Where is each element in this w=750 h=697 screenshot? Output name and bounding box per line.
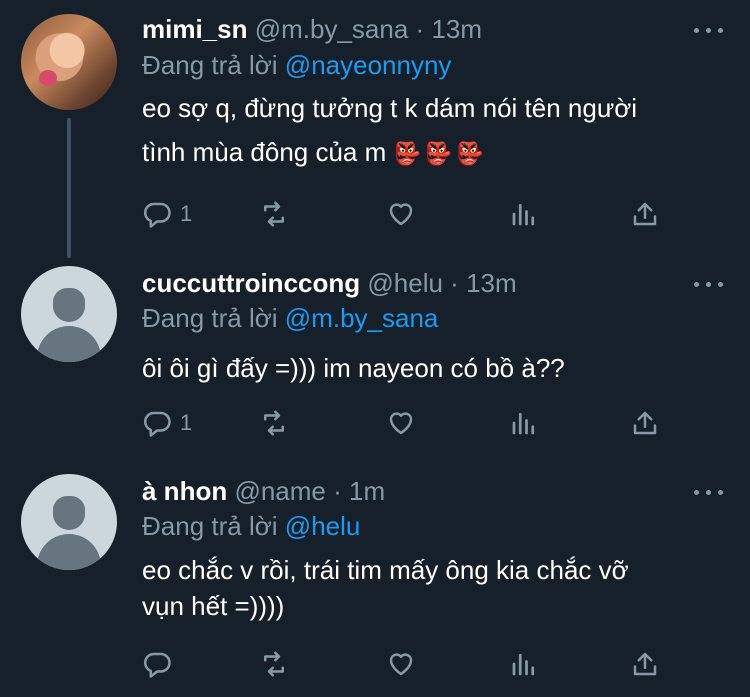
heart-icon bbox=[389, 653, 413, 676]
like-button[interactable] bbox=[386, 199, 416, 229]
tweet-text-line: eo chắc v rồi, trái tim mấy ông kia chắc… bbox=[142, 555, 629, 585]
avatar-body bbox=[37, 326, 101, 362]
tweet-text-line: tình mùa đông của m bbox=[142, 137, 387, 167]
user-handle[interactable]: @m.by_sana bbox=[255, 14, 409, 44]
avatar-head bbox=[53, 496, 85, 530]
tweet-text: eo sợ q, đừng tưởng t k dám nói tên ngườ… bbox=[142, 86, 722, 176]
analytics-button[interactable] bbox=[509, 649, 539, 679]
timestamp[interactable]: 13m bbox=[466, 268, 517, 298]
tweet-text-line: ôi ôi gì đấy =))) im nayeon có bồ à?? bbox=[142, 353, 565, 383]
more-icon[interactable] bbox=[692, 274, 726, 294]
reply-count: 1 bbox=[180, 201, 193, 226]
replying-to: Đang trả lời @nayeonnyny bbox=[142, 49, 451, 81]
share-button[interactable] bbox=[630, 199, 660, 229]
replying-to-label: Đang trả lời bbox=[142, 511, 278, 541]
tweet[interactable]: à nhon @name · 1m Đang trả lời @helu eo … bbox=[0, 466, 750, 697]
avatar[interactable] bbox=[21, 266, 117, 362]
timestamp[interactable]: 1m bbox=[349, 476, 385, 506]
tweet-text-line: eo sợ q, đừng tưởng t k dám nói tên ngườ… bbox=[142, 93, 638, 123]
analytics-button[interactable] bbox=[509, 199, 539, 229]
display-name[interactable]: à nhon bbox=[142, 476, 227, 506]
heart-icon bbox=[389, 203, 413, 226]
analytics-icon bbox=[512, 203, 535, 226]
retweet-icon bbox=[264, 410, 284, 436]
separator-dot: · bbox=[333, 476, 342, 506]
analytics-icon bbox=[512, 653, 535, 676]
heart-icon bbox=[389, 412, 413, 435]
share-button[interactable] bbox=[630, 408, 660, 438]
retweet-icon bbox=[264, 651, 284, 677]
user-handle[interactable]: @name bbox=[234, 476, 325, 506]
more-icon[interactable] bbox=[692, 482, 726, 502]
mention-link[interactable]: @nayeonnyny bbox=[285, 50, 452, 80]
replying-to: Đang trả lời @helu bbox=[142, 510, 360, 542]
reply-button[interactable]: 1 bbox=[142, 199, 192, 229]
replying-to-label: Đang trả lời bbox=[142, 303, 278, 333]
share-icon bbox=[633, 202, 657, 226]
retweet-button[interactable] bbox=[259, 199, 289, 229]
tweet-text: eo chắc v rồi, trái tim mấy ông kia chắc… bbox=[142, 552, 722, 624]
tweet-text-line-with-emoji: tình mùa đông của m 👺👺👺 bbox=[142, 130, 722, 176]
share-button[interactable] bbox=[630, 649, 660, 679]
avatar-body bbox=[37, 534, 101, 570]
tweet-header: cuccuttroinccong @helu · 13m bbox=[142, 266, 517, 300]
display-name[interactable]: mimi_sn bbox=[142, 14, 248, 44]
retweet-button[interactable] bbox=[259, 649, 289, 679]
tweet[interactable]: mimi_sn @m.by_sana · 13m Đang trả lời @n… bbox=[0, 0, 750, 250]
tweet-header: à nhon @name · 1m bbox=[142, 474, 385, 508]
goblin-emoji: 👺👺👺 bbox=[393, 141, 488, 166]
like-button[interactable] bbox=[386, 649, 416, 679]
timestamp[interactable]: 13m bbox=[431, 14, 482, 44]
replying-to: Đang trả lời @m.by_sana bbox=[142, 302, 438, 334]
tweet-text-line: vụn hết =)))) bbox=[142, 591, 285, 621]
analytics-icon bbox=[512, 412, 535, 435]
retweet-icon bbox=[264, 201, 284, 227]
reply-thread: mimi_sn @m.by_sana · 13m Đang trả lời @n… bbox=[0, 0, 750, 697]
analytics-button[interactable] bbox=[509, 408, 539, 438]
reply-button[interactable] bbox=[142, 649, 180, 679]
tweet-text: ôi ôi gì đấy =))) im nayeon có bồ à?? bbox=[142, 346, 722, 390]
reply-icon bbox=[143, 652, 171, 678]
tweet[interactable]: cuccuttroinccong @helu · 13m Đang trả lờ… bbox=[0, 258, 750, 458]
tweet-header: mimi_sn @m.by_sana · 13m bbox=[142, 12, 482, 46]
rose-decoration bbox=[39, 70, 57, 86]
avatar[interactable] bbox=[21, 474, 117, 570]
share-icon bbox=[633, 652, 657, 676]
more-icon[interactable] bbox=[692, 20, 726, 40]
separator-dot: · bbox=[415, 14, 425, 44]
user-handle[interactable]: @helu bbox=[367, 268, 443, 298]
reply-count: 1 bbox=[180, 410, 193, 435]
avatar[interactable] bbox=[21, 14, 117, 110]
reply-icon bbox=[143, 411, 171, 437]
reply-button[interactable]: 1 bbox=[142, 408, 192, 438]
like-button[interactable] bbox=[386, 408, 416, 438]
display-name[interactable]: cuccuttroinccong bbox=[142, 268, 360, 298]
avatar-head bbox=[53, 288, 85, 322]
mention-link[interactable]: @m.by_sana bbox=[285, 303, 439, 333]
separator-dot: · bbox=[450, 268, 459, 298]
replying-to-label: Đang trả lời bbox=[142, 50, 278, 80]
mention-link[interactable]: @helu bbox=[285, 511, 361, 541]
retweet-button[interactable] bbox=[259, 408, 289, 438]
reply-icon bbox=[143, 202, 171, 228]
share-icon bbox=[633, 411, 657, 435]
